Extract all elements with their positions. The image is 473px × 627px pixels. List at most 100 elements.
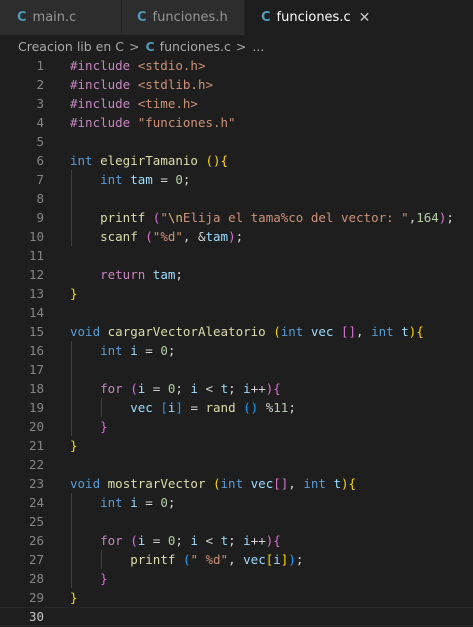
code-text: } [70,569,108,588]
code-token: i [190,381,198,396]
code-token: ] [175,400,183,415]
line-number: 23 [28,476,44,491]
code-token: } [70,286,78,301]
code-token: printf [130,552,183,567]
code-token: ; [295,552,304,567]
code-line[interactable]: 18 for (i = 0; i < t; i++){ [0,379,473,398]
code-line[interactable]: 23 void mostrarVector (int vec[], int t){ [0,474,473,493]
code-token: ) [288,552,296,567]
code-token: { [273,533,281,548]
code-token: , [356,324,372,339]
line-number: 14 [28,305,44,320]
code-token: "%d" [152,229,183,244]
code-line[interactable]: 9 printf ("\nElija el tama%co del vector… [0,208,473,227]
code-token: [ [160,400,168,415]
line-number: 1 [36,58,44,73]
code-line[interactable]: 17 [0,360,473,379]
code-text: int i = 0; [70,341,175,360]
code-token: ) [340,476,349,491]
code-line[interactable]: 2 #include <stdlib.h> [0,75,473,94]
code-token: ; [175,381,191,396]
code-line[interactable]: 3 #include <time.h> [0,94,473,113]
code-text: #include "funciones.h" [70,113,236,132]
breadcrumb-folder[interactable]: Creacion lib en C [18,39,124,54]
code-token: , [228,552,244,567]
code-line[interactable]: 21} [0,436,473,455]
code-token: t [220,381,229,396]
code-line[interactable]: 1 #include <stdio.h> [0,56,473,75]
code-token: ; [228,533,244,548]
code-token: " [160,210,168,225]
line-number: 26 [28,533,44,548]
code-line[interactable]: 24 int i = 0; [0,493,473,512]
code-line[interactable]: 29} [0,588,473,607]
code-token: i [130,343,138,358]
code-token: [] [340,324,357,339]
code-line[interactable]: 19 vec [i] = rand () %11; [0,398,473,417]
code-token: } [100,419,108,434]
code-token: int [220,476,251,491]
code-line[interactable]: 16 int i = 0; [0,341,473,360]
code-line[interactable]: 20 } [0,417,473,436]
code-line[interactable]: 26 for (i = 0; i < t; i++){ [0,531,473,550]
breadcrumb-more[interactable]: ... [252,39,264,54]
code-line[interactable]: 22 [0,455,473,474]
code-line[interactable]: 28 } [0,569,473,588]
tab-funciones-c[interactable]: C funciones.c ✕ [245,0,473,35]
code-token: ( [145,229,153,244]
code-token: ; [175,533,191,548]
c-file-icon: C [261,10,271,25]
code-token: ; [288,400,296,415]
code-token: rand [205,400,244,415]
code-line[interactable]: 4 #include "funciones.h" [0,113,473,132]
code-text: int i = 0; [70,493,175,512]
code-token: vec [130,400,161,415]
code-token: i [273,552,281,567]
code-token: = [182,400,206,415]
tab-main-c[interactable]: C main.c [0,0,122,35]
line-number: 2 [36,77,44,92]
code-token: ; [182,172,191,187]
line-number: 10 [28,229,44,244]
code-line[interactable]: 14 [0,303,473,322]
line-number: 24 [28,495,44,510]
close-icon[interactable]: ✕ [359,10,371,26]
code-text: #include <stdlib.h> [70,75,213,94]
code-token: int [303,476,334,491]
code-editor[interactable]: 1 #include <stdio.h> 2 #include <stdlib.h> 3… [0,56,473,627]
code-token: = [137,343,161,358]
code-line[interactable]: 5 [0,132,473,151]
code-token: % [258,400,274,415]
code-line[interactable]: 6 int elegirTamanio (){ [0,151,473,170]
code-line[interactable]: 13} [0,284,473,303]
breadcrumb-file[interactable]: funciones.c [160,39,231,54]
line-number: 8 [36,191,44,206]
code-token: ; [235,229,244,244]
code-token: printf [100,210,153,225]
c-file-icon: C [137,10,147,25]
code-token: ( [273,324,281,339]
code-line[interactable]: 8 [0,189,473,208]
code-line[interactable]: 15 void cargarVectorAleatorio (int vec []… [0,322,473,341]
tab-funciones-h[interactable]: C funciones.h [122,0,245,35]
code-line[interactable]: 7 int tam = 0; [0,170,473,189]
code-line[interactable]: 12 return tam; [0,265,473,284]
code-token: 11 [273,400,289,415]
code-token: cargarVectorAleatorio [107,324,274,339]
code-token: { [348,476,357,491]
code-line[interactable]: 30 [0,607,473,626]
code-text: #include <stdio.h> [70,56,205,75]
line-number: 13 [28,286,44,301]
code-line[interactable]: 27 printf (" %d", vec[i]); [0,550,473,569]
code-line[interactable]: 11 [0,246,473,265]
code-line[interactable]: 10 scanf ("%d", &tam); [0,227,473,246]
code-text: } [70,417,108,436]
code-token: vec [310,324,341,339]
code-token: = [145,381,168,396]
code-token: i [243,381,251,396]
code-line[interactable]: 25 [0,512,473,531]
line-number: 20 [28,419,44,434]
